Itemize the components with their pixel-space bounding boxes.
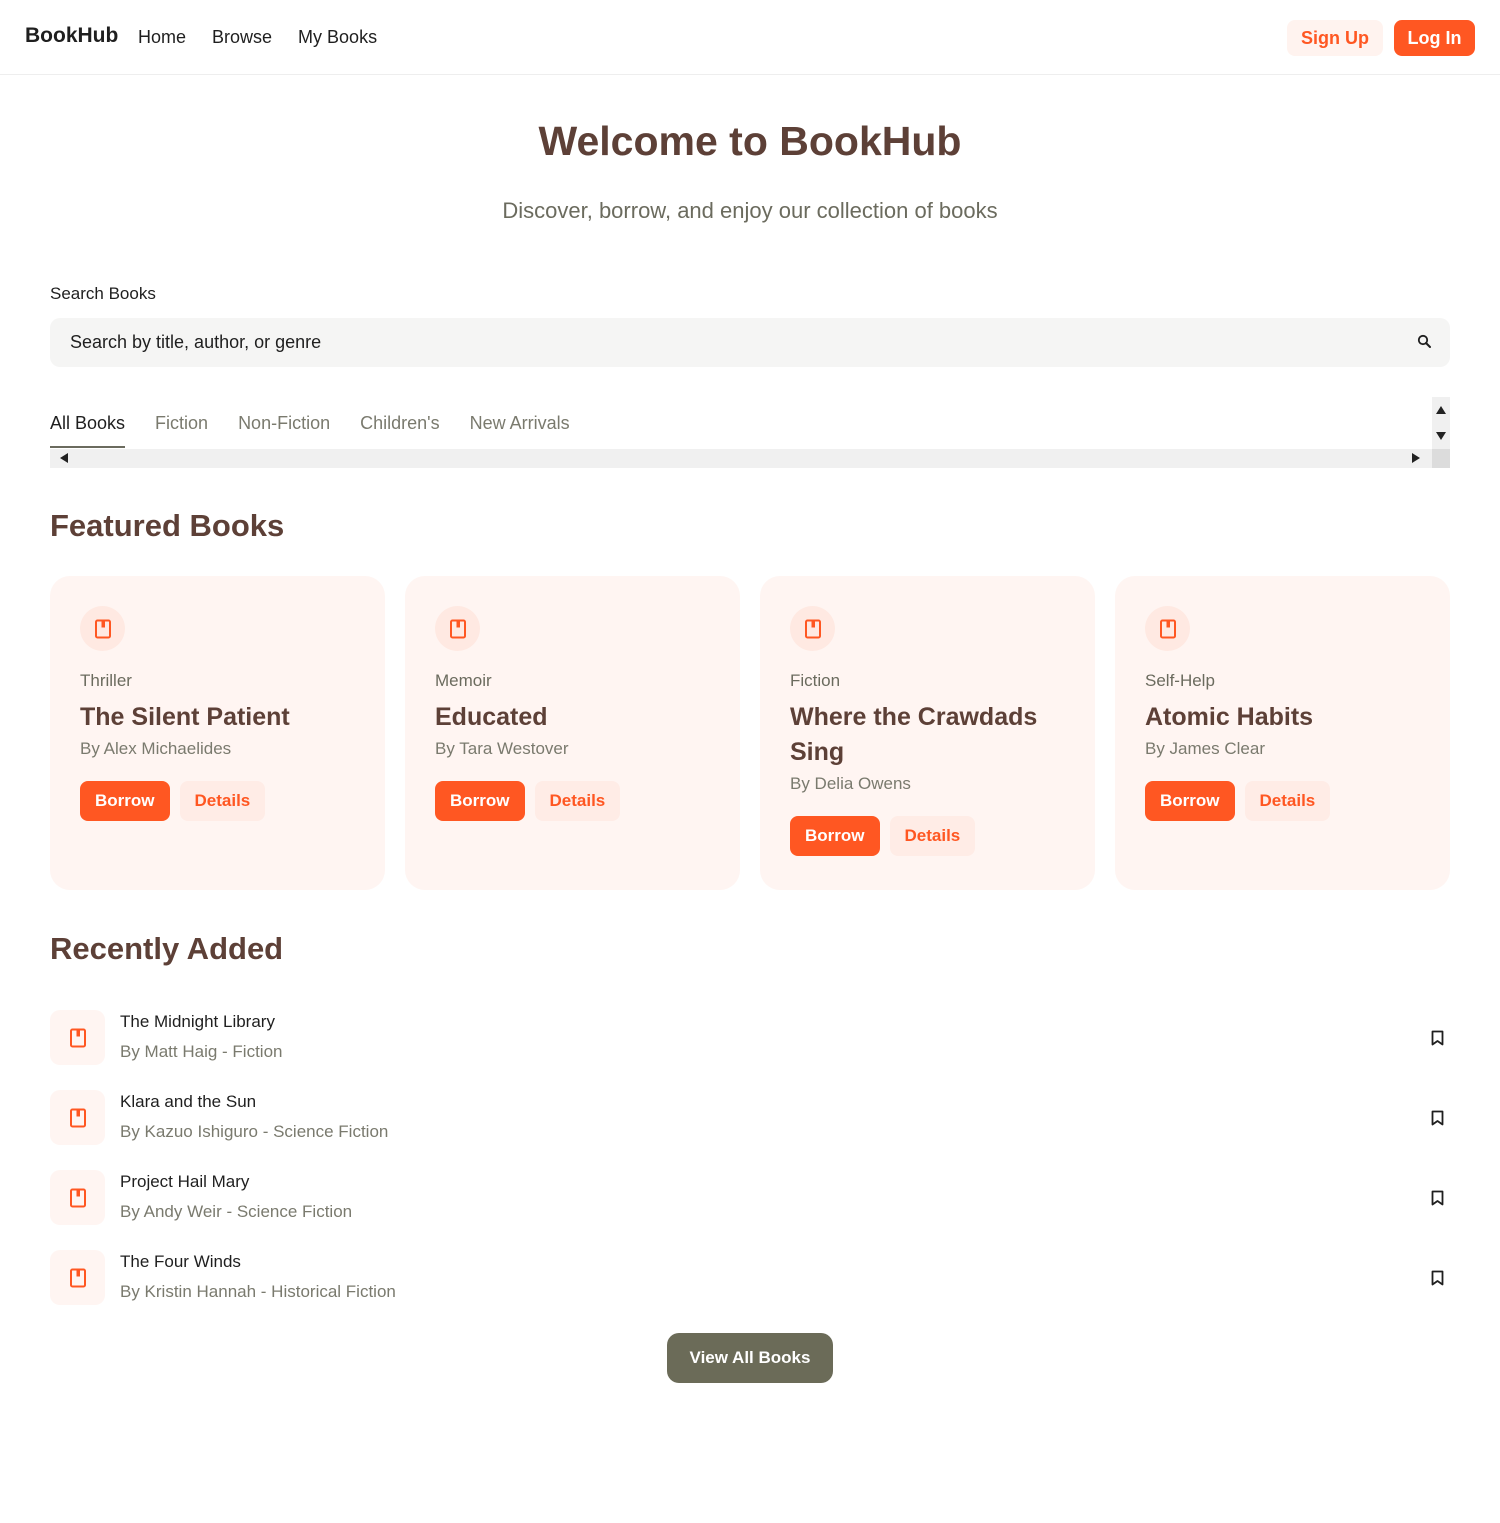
- login-button[interactable]: Log In: [1394, 20, 1475, 56]
- borrow-button[interactable]: Borrow: [790, 816, 880, 856]
- book-card: Fiction Where the Crawdads Sing By Delia…: [760, 576, 1095, 890]
- search-icon[interactable]: [1416, 333, 1434, 351]
- tab-all-books[interactable]: All Books: [50, 397, 126, 448]
- tab-new-arrivals[interactable]: New Arrivals: [470, 397, 570, 448]
- book-icon: [50, 1250, 105, 1305]
- search-box: [50, 318, 1450, 367]
- nav-browse[interactable]: Browse: [212, 27, 272, 48]
- book-meta: By Kristin Hannah - Historical Fiction: [120, 1282, 396, 1301]
- featured-books-grid: Thriller The Silent Patient By Alex Mich…: [50, 576, 1450, 890]
- book-genre: Memoir: [435, 671, 492, 690]
- horizontal-scrollbar[interactable]: [50, 449, 1432, 468]
- view-all-books-button[interactable]: View All Books: [667, 1333, 833, 1383]
- book-title[interactable]: Project Hail Mary: [120, 1172, 249, 1192]
- list-item[interactable]: The Midnight Library By Matt Haig - Fict…: [50, 1010, 1450, 1090]
- book-icon: [50, 1090, 105, 1145]
- bookmark-icon[interactable]: [1431, 1110, 1444, 1126]
- book-title[interactable]: Educated: [435, 700, 710, 735]
- scrollbar-corner: [1432, 449, 1450, 468]
- hero-subtitle: Discover, borrow, and enjoy our collecti…: [502, 198, 998, 223]
- book-author: By Alex Michaelides: [80, 739, 232, 758]
- book-title[interactable]: Atomic Habits: [1145, 700, 1420, 735]
- book-title[interactable]: Where the Crawdads Sing: [790, 700, 1065, 770]
- list-item[interactable]: Project Hail Mary By Andy Weir - Science…: [50, 1170, 1450, 1250]
- bookmark-icon[interactable]: [1431, 1030, 1444, 1046]
- borrow-button[interactable]: Borrow: [80, 781, 170, 821]
- book-meta: By Matt Haig - Fiction: [120, 1042, 283, 1061]
- book-card: Self-Help Atomic Habits By James Clear B…: [1115, 576, 1450, 890]
- tab-fiction[interactable]: Fiction: [155, 397, 208, 448]
- list-item[interactable]: Klara and the Sun By Kazuo Ishiguro - Sc…: [50, 1090, 1450, 1170]
- scroll-up-arrow-icon[interactable]: [1436, 406, 1446, 414]
- tab-non-fiction[interactable]: Non-Fiction: [238, 397, 330, 448]
- nav-my-books[interactable]: My Books: [298, 27, 377, 48]
- book-card: Memoir Educated By Tara Westover Borrow …: [405, 576, 740, 890]
- book-author: By James Clear: [1145, 739, 1265, 758]
- recent-books-list: The Midnight Library By Matt Haig - Fict…: [50, 1010, 1450, 1330]
- details-button[interactable]: Details: [179, 781, 266, 821]
- book-card: Thriller The Silent Patient By Alex Mich…: [50, 576, 385, 890]
- main-nav: Home Browse My Books: [138, 27, 377, 48]
- signup-button[interactable]: Sign Up: [1287, 20, 1383, 56]
- book-title[interactable]: The Four Winds: [120, 1252, 241, 1272]
- vertical-scrollbar[interactable]: [1432, 397, 1450, 449]
- borrow-button[interactable]: Borrow: [435, 781, 525, 821]
- book-icon: [80, 606, 125, 651]
- details-button[interactable]: Details: [534, 781, 621, 821]
- scroll-down-arrow-icon[interactable]: [1436, 432, 1446, 440]
- details-button[interactable]: Details: [1244, 781, 1331, 821]
- nav-home[interactable]: Home: [138, 27, 186, 48]
- bookmark-icon[interactable]: [1431, 1190, 1444, 1206]
- book-meta: By Kazuo Ishiguro - Science Fiction: [120, 1122, 389, 1141]
- scroll-left-arrow-icon[interactable]: [60, 453, 68, 463]
- book-title[interactable]: The Midnight Library: [120, 1012, 275, 1032]
- book-icon: [50, 1010, 105, 1065]
- recently-added-heading: Recently Added: [50, 931, 284, 966]
- list-item[interactable]: The Four Winds By Kristin Hannah - Histo…: [50, 1250, 1450, 1330]
- search-label: Search Books: [50, 284, 156, 303]
- brand-logo[interactable]: BookHub: [25, 24, 118, 48]
- scroll-right-arrow-icon[interactable]: [1412, 453, 1420, 463]
- book-meta: By Andy Weir - Science Fiction: [120, 1202, 353, 1221]
- search-input[interactable]: [70, 318, 1390, 367]
- book-genre: Self-Help: [1145, 671, 1215, 690]
- featured-books-heading: Featured Books: [50, 508, 285, 543]
- book-genre: Thriller: [80, 671, 132, 690]
- top-navbar: BookHub Home Browse My Books Sign Up Log…: [0, 0, 1500, 75]
- borrow-button[interactable]: Borrow: [1145, 781, 1235, 821]
- book-author: By Delia Owens: [790, 774, 911, 793]
- book-title[interactable]: The Silent Patient: [80, 700, 355, 735]
- details-button[interactable]: Details: [889, 816, 976, 856]
- hero-title: Welcome to BookHub: [538, 118, 962, 164]
- tab-childrens[interactable]: Children's: [360, 397, 439, 448]
- book-icon: [50, 1170, 105, 1225]
- category-tabs: All Books Fiction Non-Fiction Children's…: [50, 397, 1450, 469]
- book-genre: Fiction: [790, 671, 841, 690]
- bookmark-icon[interactable]: [1431, 1270, 1444, 1286]
- book-author: By Tara Westover: [435, 739, 569, 758]
- book-icon: [1145, 606, 1190, 651]
- book-icon: [435, 606, 480, 651]
- book-icon: [790, 606, 835, 651]
- book-title[interactable]: Klara and the Sun: [120, 1092, 256, 1112]
